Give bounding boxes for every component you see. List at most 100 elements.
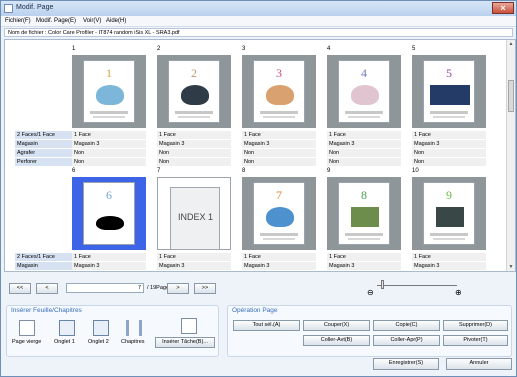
punch-cell: Non [412,158,486,166]
next-page-button[interactable]: > [167,283,189,294]
current-page-input[interactable]: 7 [66,283,144,293]
page-digit: 5 [446,66,452,80]
staple-cell: Non [72,149,146,157]
tray-cell: Magasin 3 [157,262,231,270]
last-page-button[interactable]: >> [194,283,216,294]
zoom-control[interactable]: ⊖ ⊕ [367,279,467,299]
page-thumbnail[interactable]: 4 [327,55,401,128]
cancel-button[interactable]: Annuler [446,358,512,370]
sides-cell: 1 Face [412,131,486,139]
punch-cell: Non [242,158,316,166]
page-number: 6 [72,168,76,174]
rotate-button[interactable]: Pivoter(T) [443,335,508,346]
blank-page-icon[interactable] [19,320,35,336]
staple-cell: Non [412,149,486,157]
modify-page-window: Modif. Page × Fichier(F) Modif. Page(E) … [0,0,517,377]
tray-cell: Magasin 3 [157,140,231,148]
sides-cell: 1 Face [242,253,316,261]
page-total: / 19Page [147,285,170,291]
vertical-scrollbar[interactable]: ▲ ▼ [506,40,515,271]
delete-button[interactable]: Supprimer(D) [443,320,508,331]
tab-one-icon[interactable] [59,320,75,336]
staple-cell: Non [242,149,316,157]
page-thumbnail[interactable]: 2 [157,55,231,128]
group-title: Opération Page [232,307,278,314]
page-digit: 3 [276,66,282,80]
app-icon [4,4,13,13]
illustration-icon [351,85,379,105]
tab-two-icon[interactable] [93,320,109,336]
property-label: 2 Faces/1 Face [15,131,72,139]
scroll-thumb[interactable] [508,80,514,112]
page-number: 3 [242,46,246,52]
cut-button[interactable]: Couper(X) [303,320,370,331]
insert-job-button[interactable]: Insérer Tâche(B)... [155,337,215,348]
menu-help[interactable]: Aide(H) [106,18,126,24]
chapters-label[interactable]: Chapitres [121,339,145,345]
page-thumbnail-selected[interactable]: 6 [72,177,146,250]
tray-cell: Magasin 3 [412,262,486,270]
index-page-thumbnail[interactable]: INDEX 1 [157,177,231,250]
zoom-out-icon[interactable]: ⊖ [367,288,374,297]
page-thumbnail[interactable]: 8 [327,177,401,250]
paste-before-button[interactable]: Coller-Avt(B) [303,335,370,346]
property-label: 2 Faces/1 Face [15,253,72,261]
save-button[interactable]: Enregistrer(S) [373,358,439,370]
scroll-down-icon[interactable]: ▼ [508,264,514,270]
tray-cell: Magasin 3 [72,140,146,148]
page-number: 8 [242,168,246,174]
menu-view[interactable]: Voir(V) [83,18,101,24]
page-thumbnail[interactable]: 3 [242,55,316,128]
property-label: Magasin [15,262,72,270]
sides-cell: 1 Face [327,253,401,261]
copy-button[interactable]: Copie(C) [373,320,440,331]
file-name-field: Nom de fichier : Color Care Profiler - I… [4,28,513,37]
page-thumbnail[interactable]: 5 [412,55,486,128]
page-thumbnail[interactable]: 1 [72,55,146,128]
property-label: Agrafer [15,149,72,157]
menu-file[interactable]: Fichier(F) [5,18,31,24]
tray-cell: Magasin 3 [327,140,401,148]
insert-job-icon[interactable] [181,318,197,334]
page-navigation: << < 7 / 19Page > >> [9,283,216,294]
first-page-button[interactable]: << [9,283,31,294]
page-digit: 9 [446,188,452,202]
menu-edit-page[interactable]: Modif. Page(E) [36,18,76,24]
page-grid[interactable]: ▲ ▼ 1 1 2 2 3 3 4 4 5 5 2 Faces/1 Face M… [4,39,516,272]
zoom-in-icon[interactable]: ⊕ [455,288,462,297]
tab-one-label[interactable]: Onglet 1 [54,339,75,345]
sides-cell: 1 Face [72,253,146,261]
illustration-icon [266,207,294,227]
page-thumbnail[interactable]: 7 [242,177,316,250]
photo-icon [436,207,464,227]
staple-cell: Non [327,149,401,157]
paste-after-button[interactable]: Coller-Apr(P) [373,335,440,346]
page-number: 1 [72,46,76,52]
page-thumbnail[interactable]: 9 [412,177,486,250]
tray-cell: Magasin 3 [327,262,401,270]
tab-two-label[interactable]: Onglet 2 [88,339,109,345]
sides-cell: 1 Face [72,131,146,139]
page-number: 9 [327,168,331,174]
select-all-button[interactable]: Tout sél.(A) [233,320,300,331]
scroll-up-icon[interactable]: ▲ [508,41,514,47]
tray-cell: Magasin 3 [242,262,316,270]
window-title: Modif. Page [16,4,54,11]
previous-page-button[interactable]: < [36,283,58,294]
property-label: Magasin [15,140,72,148]
page-number: 10 [412,168,419,174]
property-label: Perforer [15,158,72,166]
photo-icon [351,207,379,227]
zoom-slider[interactable] [377,285,457,286]
sides-cell: 1 Face [327,131,401,139]
zoom-slider-handle[interactable] [381,280,384,289]
chapters-icon[interactable] [126,320,142,336]
tray-cell: Magasin 3 [412,140,486,148]
close-button[interactable]: × [492,2,514,14]
illustration-icon [430,85,470,105]
group-title: Insérer Feuille/Chapitres [11,307,82,314]
page-number: 4 [327,46,331,52]
title-bar[interactable]: Modif. Page × [1,1,516,16]
page-number: 7 [157,168,161,174]
blank-page-label[interactable]: Page vierge [12,339,41,345]
